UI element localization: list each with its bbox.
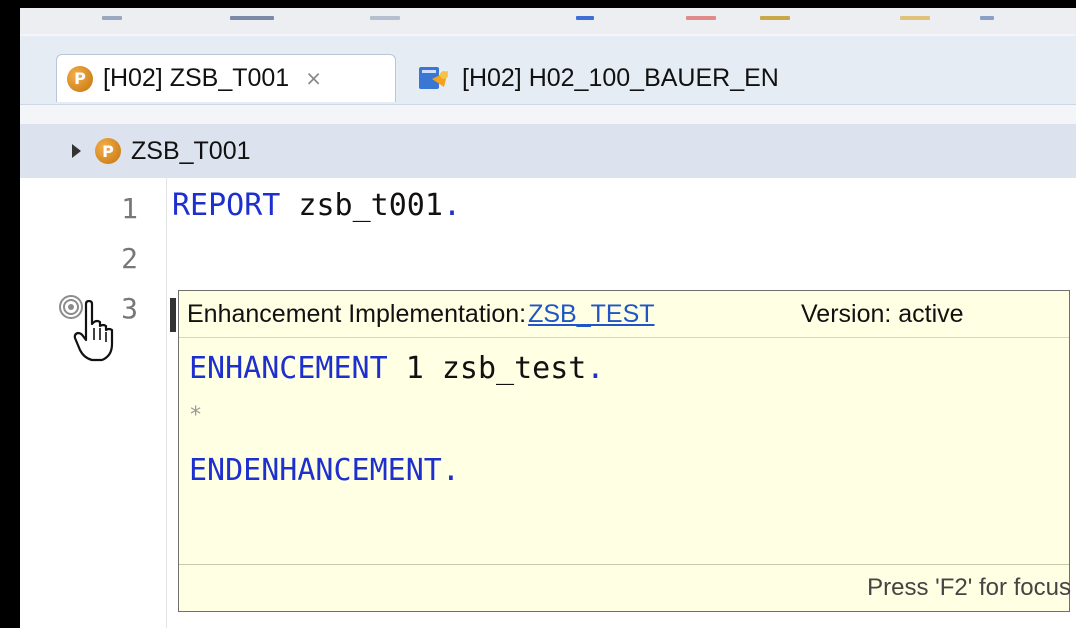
code-comment: * [189, 403, 203, 428]
breadcrumb-label[interactable]: ZSB_T001 [131, 137, 251, 166]
abap-program-icon: P [95, 138, 121, 164]
focus-hint: Press 'F2' for focus [867, 574, 1071, 601]
abap-program-icon: P [67, 65, 93, 92]
tab-zsb-t001[interactable]: P [H02] ZSB_T001 ⨯ [56, 54, 396, 102]
enhancement-icon [418, 65, 452, 91]
code-keyword: REPORT [172, 188, 281, 223]
toolbar [20, 8, 1076, 34]
code-keyword: ENDENHANCEMENT [189, 453, 442, 488]
popup-footer: Press 'F2' for focus [179, 564, 1071, 611]
enhancement-bracket [170, 298, 176, 332]
enhancement-link[interactable]: ZSB_TEST [528, 300, 654, 329]
line-number-ruler: 1 2 3 [20, 178, 167, 628]
code-period: . [586, 351, 605, 386]
code-line: REPORT zsb_t001. [172, 188, 461, 223]
version-label: Version: active [801, 299, 964, 328]
enhancement-hover-popup[interactable]: Enhancement Implementation: ZSB_TEST Ver… [178, 290, 1071, 612]
close-icon[interactable]: ⨯ [305, 66, 322, 91]
code-period: . [441, 453, 460, 488]
code-period: . [442, 188, 461, 223]
line-number: 2 [121, 242, 138, 275]
tab-label: [H02] ZSB_T001 [103, 64, 290, 92]
tab-h02-100-bauer-en[interactable]: [H02] H02_100_BAUER_EN [412, 54, 779, 102]
code-text: 1 zsb_test [387, 351, 587, 386]
hand-cursor-icon [72, 299, 122, 364]
editor-tab-bar: P [H02] ZSB_T001 ⨯ [H02] H02_100_BAUER_E… [20, 36, 1076, 105]
line-number: 1 [121, 192, 138, 225]
eclipse-window: P [H02] ZSB_T001 ⨯ [H02] H02_100_BAUER_E… [20, 8, 1076, 628]
code-line: ENHANCEMENT 1 zsb_test. [189, 351, 604, 386]
breadcrumb: P ZSB_T001 [20, 124, 1076, 178]
code-keyword: ENHANCEMENT [189, 351, 388, 386]
popup-code: ENHANCEMENT 1 zsb_test. * ENDENHANCEMENT… [179, 337, 1069, 563]
code-text: zsb_t001 [280, 188, 443, 223]
tab-label: [H02] H02_100_BAUER_EN [462, 63, 779, 92]
expand-arrow-icon[interactable] [72, 144, 81, 158]
popup-header: Enhancement Implementation: ZSB_TEST Ver… [179, 291, 1069, 338]
popup-label: Enhancement Implementation: [187, 299, 527, 328]
code-line: ENDENHANCEMENT. [189, 453, 460, 488]
